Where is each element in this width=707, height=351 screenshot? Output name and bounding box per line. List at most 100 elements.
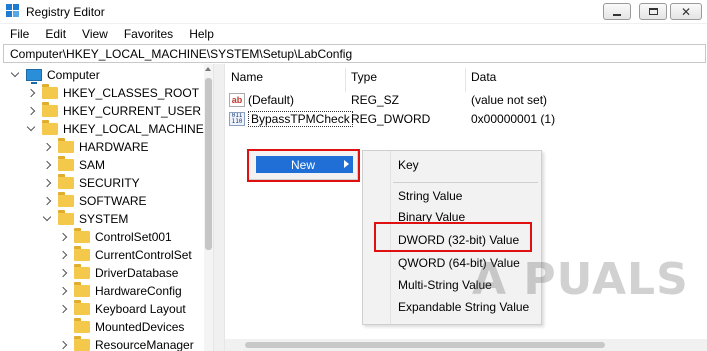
chevron-right-icon[interactable] (58, 340, 68, 350)
value-type: REG_DWORD (351, 112, 431, 126)
scrollbar-thumb[interactable] (205, 78, 212, 250)
folder-icon (58, 174, 74, 189)
annotation-highlight-dword (374, 222, 532, 252)
tree-item-currentcontrolset[interactable]: CurrentControlSet (58, 246, 192, 264)
tree-item-label: ResourceManager (95, 338, 194, 351)
tree-item-software[interactable]: SOFTWARE (42, 192, 147, 210)
tree-item-system[interactable]: SYSTEM (42, 210, 128, 228)
tree-item-label: HKEY_CURRENT_USER (63, 104, 202, 118)
column-divider[interactable] (345, 68, 346, 92)
tree-item-computer[interactable]: Computer (10, 66, 100, 84)
folder-icon (58, 192, 74, 207)
value-data: (value not set) (471, 93, 548, 107)
tree-item-hardwareconfig[interactable]: HardwareConfig (58, 282, 182, 300)
chevron-right-icon[interactable] (58, 268, 68, 278)
tree-item-controlset001[interactable]: ControlSet001 (58, 228, 172, 246)
scrollbar-thumb[interactable] (245, 342, 605, 348)
maximize-button[interactable] (639, 3, 667, 20)
chevron-down-icon[interactable] (10, 70, 20, 80)
chevron-right-icon[interactable] (42, 196, 52, 206)
tree-item-security[interactable]: SECURITY (42, 174, 140, 192)
folder-icon (42, 120, 58, 135)
menu-bar: File Edit View Favorites Help (0, 24, 707, 44)
menu-edit[interactable]: Edit (45, 24, 66, 44)
chevron-right-icon[interactable] (42, 160, 52, 170)
value-row[interactable]: 011 110 BypassTPMCheck REG_DWORD 0x000000… (229, 110, 555, 128)
chevron-down-icon[interactable] (26, 124, 36, 134)
submenu-item-string-value[interactable]: String Value (398, 189, 462, 203)
tree-item-keyboard-layout[interactable]: Keyboard Layout (58, 300, 186, 318)
value-row[interactable]: ab (Default) REG_SZ (value not set) (229, 91, 547, 109)
binary-value-icon: 011 110 (229, 112, 245, 126)
chevron-right-icon[interactable] (58, 232, 68, 242)
chevron-right-icon[interactable] (42, 178, 52, 188)
appuals-watermark: A PUALS (472, 254, 689, 305)
chevron-right-icon[interactable] (58, 286, 68, 296)
tree-item-label: ControlSet001 (95, 230, 172, 244)
column-divider[interactable] (465, 68, 466, 92)
menu-favorites[interactable]: Favorites (124, 24, 173, 44)
tree-item-hkey-local-machine[interactable]: HKEY_LOCAL_MACHINE (26, 120, 204, 138)
menu-help[interactable]: Help (189, 24, 214, 44)
tree-item-label: MountedDevices (95, 320, 185, 334)
chevron-right-icon[interactable] (58, 304, 68, 314)
annotation-highlight-new (247, 149, 360, 182)
folder-icon (42, 84, 58, 99)
folder-icon (42, 102, 58, 117)
folder-icon (74, 228, 90, 243)
tree-item-label: SYSTEM (79, 212, 129, 226)
tree-item-driverdatabase[interactable]: DriverDatabase (58, 264, 178, 282)
menu-view[interactable]: View (82, 24, 108, 44)
registry-editor-icon (6, 4, 20, 18)
tree-item-mounteddevices[interactable]: MountedDevices (58, 318, 184, 336)
tree-item-sam[interactable]: SAM (42, 156, 105, 174)
folder-icon (74, 264, 90, 279)
chevron-right-icon[interactable] (42, 142, 52, 152)
value-data: 0x00000001 (1) (471, 112, 556, 126)
tree-item-hkey-current-user[interactable]: HKEY_CURRENT_USER (26, 102, 201, 120)
pane-splitter[interactable] (213, 64, 225, 351)
folder-icon (58, 210, 74, 225)
value-name: BypassTPMCheck (248, 111, 353, 127)
chevron-right-icon[interactable] (26, 88, 36, 98)
column-header-data[interactable]: Data (471, 70, 496, 84)
registry-tree: Computer HKEY_CLASSES_ROOT HKEY_CURRENT_… (0, 64, 213, 351)
chevron-right-icon[interactable] (58, 250, 68, 260)
value-name: (Default) (248, 93, 295, 107)
title-bar: Registry Editor ✕ (0, 0, 707, 24)
submenu-item-key[interactable]: Key (398, 158, 419, 172)
folder-icon (74, 300, 90, 315)
values-horizontal-scrollbar[interactable] (225, 339, 707, 351)
tree-item-hkey-classes-root[interactable]: HKEY_CLASSES_ROOT (26, 84, 199, 102)
submenu-separator (393, 182, 538, 183)
menu-file[interactable]: File (10, 24, 29, 44)
tree-item-label: Keyboard Layout (95, 302, 186, 316)
column-header-type[interactable]: Type (351, 70, 377, 84)
chevron-down-icon[interactable] (42, 214, 52, 224)
tree-item-label: HKEY_CLASSES_ROOT (63, 86, 200, 100)
tree-item-label: HARDWARE (79, 140, 149, 154)
tree-item-resourcemanager[interactable]: ResourceManager (58, 336, 194, 351)
column-header-name[interactable]: Name (231, 70, 263, 84)
folder-icon (74, 282, 90, 297)
window-title: Registry Editor (26, 5, 105, 19)
tree-item-hardware[interactable]: HARDWARE (42, 138, 149, 156)
string-value-icon: ab (229, 93, 245, 107)
tree-item-label: SOFTWARE (79, 194, 147, 208)
folder-icon (74, 246, 90, 261)
computer-icon (26, 69, 42, 84)
tree-item-label: HardwareConfig (95, 284, 182, 298)
tree-scrollbar[interactable] (204, 64, 213, 351)
chevron-right-icon[interactable] (26, 106, 36, 116)
minimize-button[interactable] (603, 3, 631, 20)
address-bar[interactable]: Computer\HKEY_LOCAL_MACHINE\SYSTEM\Setup… (3, 44, 706, 63)
close-button[interactable]: ✕ (670, 3, 702, 20)
tree-item-label: SAM (79, 158, 106, 172)
folder-icon (58, 138, 74, 153)
tree-item-label: HKEY_LOCAL_MACHINE (63, 122, 204, 136)
value-type: REG_SZ (351, 93, 400, 107)
scroll-up-icon[interactable] (205, 67, 211, 71)
folder-icon (74, 336, 90, 351)
folder-icon (58, 156, 74, 171)
tree-item-label: DriverDatabase (95, 266, 179, 280)
